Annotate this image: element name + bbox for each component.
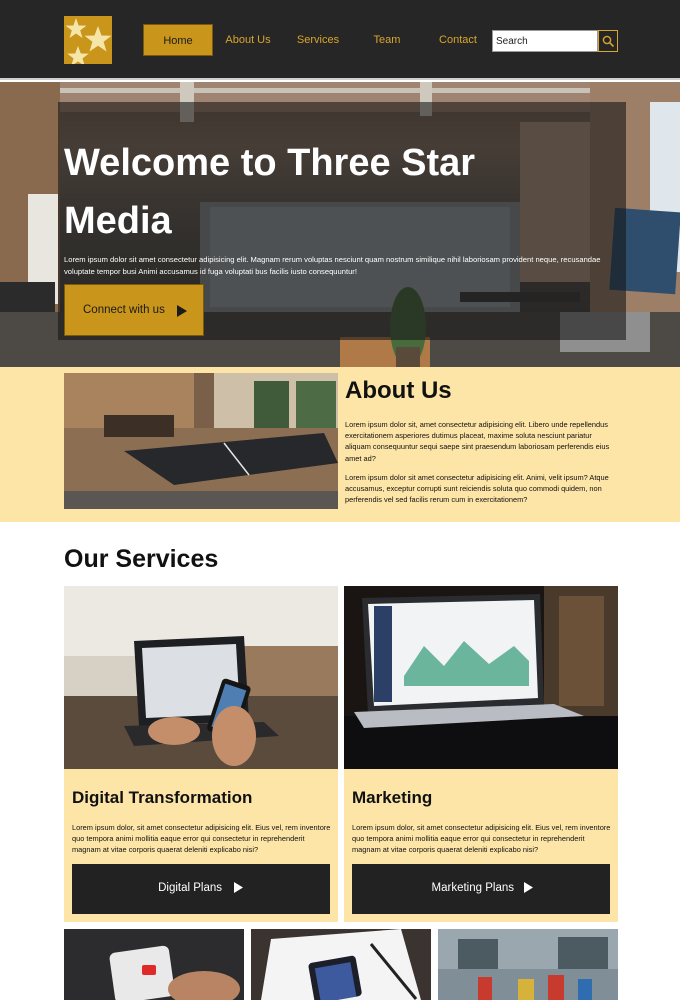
search-input[interactable] bbox=[492, 30, 598, 52]
phone-video-image bbox=[64, 929, 244, 1000]
nav-team[interactable]: Team bbox=[352, 24, 422, 56]
nav-home[interactable]: Home bbox=[143, 24, 213, 56]
digital-plans-button[interactable]: Digital Plans bbox=[72, 864, 330, 914]
about-section: About Us Lorem ipsum dolor sit, amet con… bbox=[0, 367, 680, 522]
search-icon bbox=[602, 35, 615, 48]
play-arrow-icon bbox=[234, 882, 243, 893]
button-label: Digital Plans bbox=[158, 882, 222, 894]
notebook-phone-image bbox=[251, 929, 431, 1000]
hero-description: Lorem ipsum dolor sit amet consectetur a… bbox=[64, 255, 601, 276]
star-icon bbox=[65, 18, 112, 64]
cta-label: Connect with us bbox=[83, 304, 165, 316]
services-title: Our Services bbox=[64, 545, 219, 573]
about-paragraph-2: Lorem ipsum dolor sit amet consectetur a… bbox=[345, 473, 609, 505]
card-text: Lorem ipsum dolor, sit amet consectetur … bbox=[72, 823, 331, 855]
card-text: Lorem ipsum dolor, sit amet consectetur … bbox=[352, 823, 611, 855]
nav-about-us[interactable]: About Us bbox=[213, 24, 283, 56]
storefront-image bbox=[438, 929, 618, 1000]
nav-contact[interactable]: Contact bbox=[423, 24, 493, 56]
play-arrow-icon bbox=[524, 882, 533, 893]
nav-services[interactable]: Services bbox=[283, 24, 353, 56]
search-button[interactable] bbox=[598, 30, 618, 52]
service-card-marketing: Marketing Lorem ipsum dolor, sit amet co… bbox=[344, 586, 618, 922]
site-header: Home About Us Services Team Contact bbox=[0, 0, 680, 80]
three-star-logo[interactable] bbox=[64, 16, 112, 64]
about-title: About Us bbox=[345, 377, 452, 404]
button-label: Marketing Plans bbox=[431, 882, 514, 894]
hero-title: Welcome to Three Star Media bbox=[64, 142, 476, 242]
about-office-image bbox=[64, 373, 338, 509]
laptop-dashboard-image bbox=[344, 586, 618, 769]
card-title: Digital Transformation bbox=[72, 788, 253, 807]
about-paragraph-1: Lorem ipsum dolor sit, amet consectetur … bbox=[345, 420, 610, 463]
connect-with-us-button[interactable]: Connect with us bbox=[64, 284, 204, 336]
hero-section: Welcome to Three Star Media Lorem ipsum … bbox=[0, 82, 680, 367]
service-card-digital-transformation: Digital Transformation Lorem ipsum dolor… bbox=[64, 586, 338, 922]
marketing-plans-button[interactable]: Marketing Plans bbox=[352, 864, 610, 914]
play-arrow-icon bbox=[177, 305, 187, 317]
laptop-phone-image bbox=[64, 586, 338, 769]
card-title: Marketing bbox=[352, 788, 433, 807]
